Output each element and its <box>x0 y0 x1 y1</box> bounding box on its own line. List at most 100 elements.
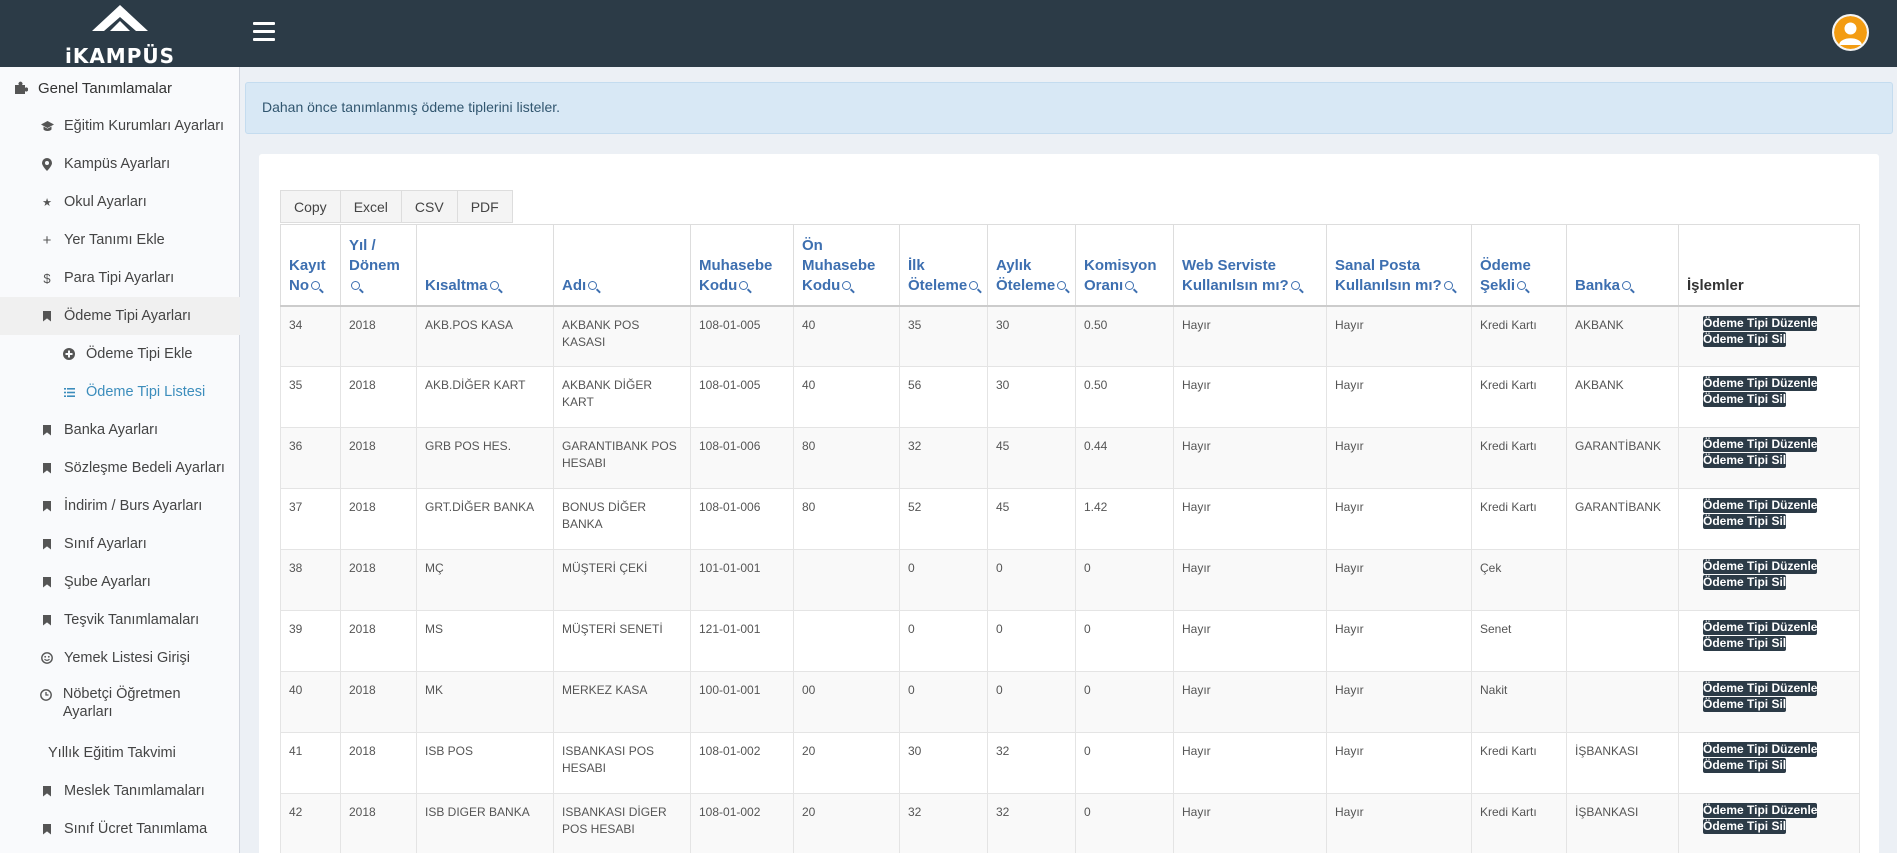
edit-payment-type-button[interactable]: Ödeme Tipi Düzenle <box>1703 437 1818 452</box>
cell-komisyon-orani: 0.50 <box>1075 305 1174 367</box>
sidebar-item-yer-tanimi[interactable]: + Yer Tanımı Ekle <box>0 221 240 259</box>
row-actions: Ödeme Tipi Düzenle Ödeme Tipi Sil <box>1687 437 1851 468</box>
search-icon[interactable] <box>969 280 979 290</box>
column-header-aylik-oteleme[interactable]: Aylık Öteleme <box>987 224 1076 307</box>
sidebar-item-odeme-tipi-listesi[interactable]: Ödeme Tipi Listesi <box>0 373 240 411</box>
cell-muhasebe-kodu: 108-01-005 <box>690 366 794 428</box>
search-icon[interactable] <box>1290 280 1300 290</box>
cell-aylik-oteleme: 32 <box>987 793 1076 853</box>
delete-payment-type-button[interactable]: Ödeme Tipi Sil <box>1703 758 1787 773</box>
sidebar-item-kampus[interactable]: Kampüs Ayarları <box>0 145 240 183</box>
sidebar-item-egitim-kurumlari[interactable]: Eğitim Kurumları Ayarları <box>0 107 240 145</box>
info-callout: Dahan önce tanımlanmış ödeme tiplerini l… <box>245 82 1893 134</box>
column-header-ilk-oteleme[interactable]: İlk Öteleme <box>899 224 988 307</box>
cell-islemler: Ödeme Tipi Düzenle Ödeme Tipi Sil <box>1678 488 1860 550</box>
map-marker-icon <box>40 157 54 171</box>
sidebar-item-sube[interactable]: Şube Ayarları <box>0 563 240 601</box>
csv-button[interactable]: CSV <box>400 190 458 223</box>
sidebar-item-sinif-ucret[interactable]: Sınıf Ücret Tanımlama <box>0 810 240 848</box>
copy-button[interactable]: Copy <box>280 190 341 223</box>
sidebar-item-banka[interactable]: Banka Ayarları <box>0 411 240 449</box>
sidebar-item-nobetci-ogretmen[interactable]: Nöbetçi Öğretmen Ayarları <box>0 677 240 727</box>
column-header-odeme-sekli[interactable]: Ödeme Şekli <box>1471 224 1567 307</box>
search-icon[interactable] <box>1125 280 1135 290</box>
search-icon[interactable] <box>1057 280 1067 290</box>
cell-adi: MÜŞTERİ SENETİ <box>553 610 691 672</box>
sidebar-item-indirim-burs[interactable]: İndirim / Burs Ayarları <box>0 487 240 525</box>
delete-payment-type-button[interactable]: Ödeme Tipi Sil <box>1703 819 1787 834</box>
search-icon[interactable] <box>1622 280 1632 290</box>
column-header-on-muhasebe-kodu[interactable]: Ön Muhasebe Kodu <box>793 224 900 307</box>
column-header-sanal-posta[interactable]: Sanal Posta Kullanılsın mı? <box>1326 224 1472 307</box>
delete-payment-type-button[interactable]: Ödeme Tipi Sil <box>1703 636 1787 651</box>
cell-kisaltma: ISB DIGER BANKA <box>416 793 554 853</box>
cell-odeme-sekli: Kredi Kartı <box>1471 793 1567 853</box>
cell-sanal-posta: Hayır <box>1326 610 1472 672</box>
column-header-adi[interactable]: Adı <box>553 224 691 307</box>
row-actions: Ödeme Tipi Düzenle Ödeme Tipi Sil <box>1687 376 1851 407</box>
cell-web-servis: Hayır <box>1173 549 1327 611</box>
edit-payment-type-button[interactable]: Ödeme Tipi Düzenle <box>1703 315 1818 331</box>
search-icon[interactable] <box>739 280 749 290</box>
column-header-yil-donem[interactable]: Yıl / Dönem <box>340 224 417 307</box>
sidebar-item-yillik-egitim-takvimi[interactable]: Yıllık Eğitim Takvimi <box>0 734 240 772</box>
cell-aylik-oteleme: 0 <box>987 610 1076 672</box>
sidebar-item-sinif[interactable]: Sınıf Ayarları <box>0 525 240 563</box>
delete-payment-type-button[interactable]: Ödeme Tipi Sil <box>1703 514 1787 529</box>
cell-kisaltma: MS <box>416 610 554 672</box>
sidebar-item-yemek-listesi[interactable]: Yemek Listesi Girişi <box>0 639 240 677</box>
user-avatar[interactable] <box>1832 14 1869 51</box>
sidebar-item-sozlesme-bedeli[interactable]: Sözleşme Bedeli Ayarları <box>0 449 240 487</box>
edit-payment-type-button[interactable]: Ödeme Tipi Düzenle <box>1703 559 1818 574</box>
cell-on-muhasebe-kodu <box>793 610 900 672</box>
sidebar-item-meslek[interactable]: Meslek Tanımlamaları <box>0 772 240 810</box>
edit-payment-type-button[interactable]: Ödeme Tipi Düzenle <box>1703 498 1818 513</box>
column-header-web-servis[interactable]: Web Serviste Kullanılsın mı? <box>1173 224 1327 307</box>
search-icon[interactable] <box>351 280 360 290</box>
column-header-komisyon-orani[interactable]: Komisyon Oranı <box>1075 224 1174 307</box>
brand-logo[interactable]: iKAMPÜS <box>0 0 240 68</box>
menu-toggle-icon[interactable] <box>253 22 275 42</box>
cell-on-muhasebe-kodu <box>793 549 900 611</box>
sidebar-item-odeme-tipi-ekle[interactable]: Ödeme Tipi Ekle <box>0 335 240 373</box>
search-icon[interactable] <box>311 280 320 290</box>
sidebar-item-genel-tanimlamalar[interactable]: Genel Tanımlamalar <box>0 69 240 107</box>
cell-islemler: Ödeme Tipi Düzenle Ödeme Tipi Sil <box>1678 732 1860 794</box>
column-header-kayit-no[interactable]: Kayıt No <box>280 224 341 307</box>
delete-payment-type-button[interactable]: Ödeme Tipi Sil <box>1703 331 1787 347</box>
search-icon[interactable] <box>842 280 852 290</box>
cell-banka <box>1566 671 1679 733</box>
bookmark-icon <box>40 423 54 437</box>
delete-payment-type-button[interactable]: Ödeme Tipi Sil <box>1703 453 1787 468</box>
edit-payment-type-button[interactable]: Ödeme Tipi Düzenle <box>1703 803 1818 818</box>
table-row: 36 2018 GRB POS HES. GARANTIBANK POS HESABI… <box>280 427 1860 489</box>
cell-banka: İŞBANKASI <box>1566 793 1679 853</box>
excel-button[interactable]: Excel <box>339 190 402 223</box>
edit-payment-type-button[interactable]: Ödeme Tipi Düzenle <box>1703 681 1818 696</box>
search-icon[interactable] <box>1443 280 1453 290</box>
sidebar-item-odeme-tipi[interactable]: Ödeme Tipi Ayarları <box>0 297 240 335</box>
cell-web-servis: Hayır <box>1173 610 1327 672</box>
search-icon[interactable] <box>588 280 598 290</box>
row-actions: Ödeme Tipi Düzenle Ödeme Tipi Sil <box>1687 498 1851 529</box>
bookmark-icon <box>40 537 54 551</box>
column-header-muhasebe-kodu[interactable]: Muhasebe Kodu <box>690 224 794 307</box>
delete-payment-type-button[interactable]: Ödeme Tipi Sil <box>1703 575 1787 590</box>
edit-payment-type-button[interactable]: Ödeme Tipi Düzenle <box>1703 742 1818 757</box>
edit-payment-type-button[interactable]: Ödeme Tipi Düzenle <box>1703 620 1818 635</box>
edit-payment-type-button[interactable]: Ödeme Tipi Düzenle <box>1703 376 1818 391</box>
cell-ilk-oteleme: 0 <box>899 610 988 672</box>
pdf-button[interactable]: PDF <box>456 190 513 223</box>
table-header-row: Kayıt No Yıl / Dönem Kısaltma Adı Muhasebe K… <box>280 224 1860 307</box>
cell-aylik-oteleme: 0 <box>987 549 1076 611</box>
column-header-label: Banka <box>1575 276 1621 294</box>
search-icon[interactable] <box>489 280 499 290</box>
column-header-kisaltma[interactable]: Kısaltma <box>416 224 554 307</box>
column-header-banka[interactable]: Banka <box>1566 224 1679 307</box>
search-icon[interactable] <box>1517 280 1527 290</box>
delete-payment-type-button[interactable]: Ödeme Tipi Sil <box>1703 697 1787 712</box>
delete-payment-type-button[interactable]: Ödeme Tipi Sil <box>1703 392 1787 407</box>
sidebar-item-para-tipi[interactable]: $ Para Tipi Ayarları <box>0 259 240 297</box>
sidebar-item-tesvik[interactable]: Teşvik Tanımlamaları <box>0 601 240 639</box>
sidebar-item-okul[interactable]: ★ Okul Ayarları <box>0 183 240 221</box>
